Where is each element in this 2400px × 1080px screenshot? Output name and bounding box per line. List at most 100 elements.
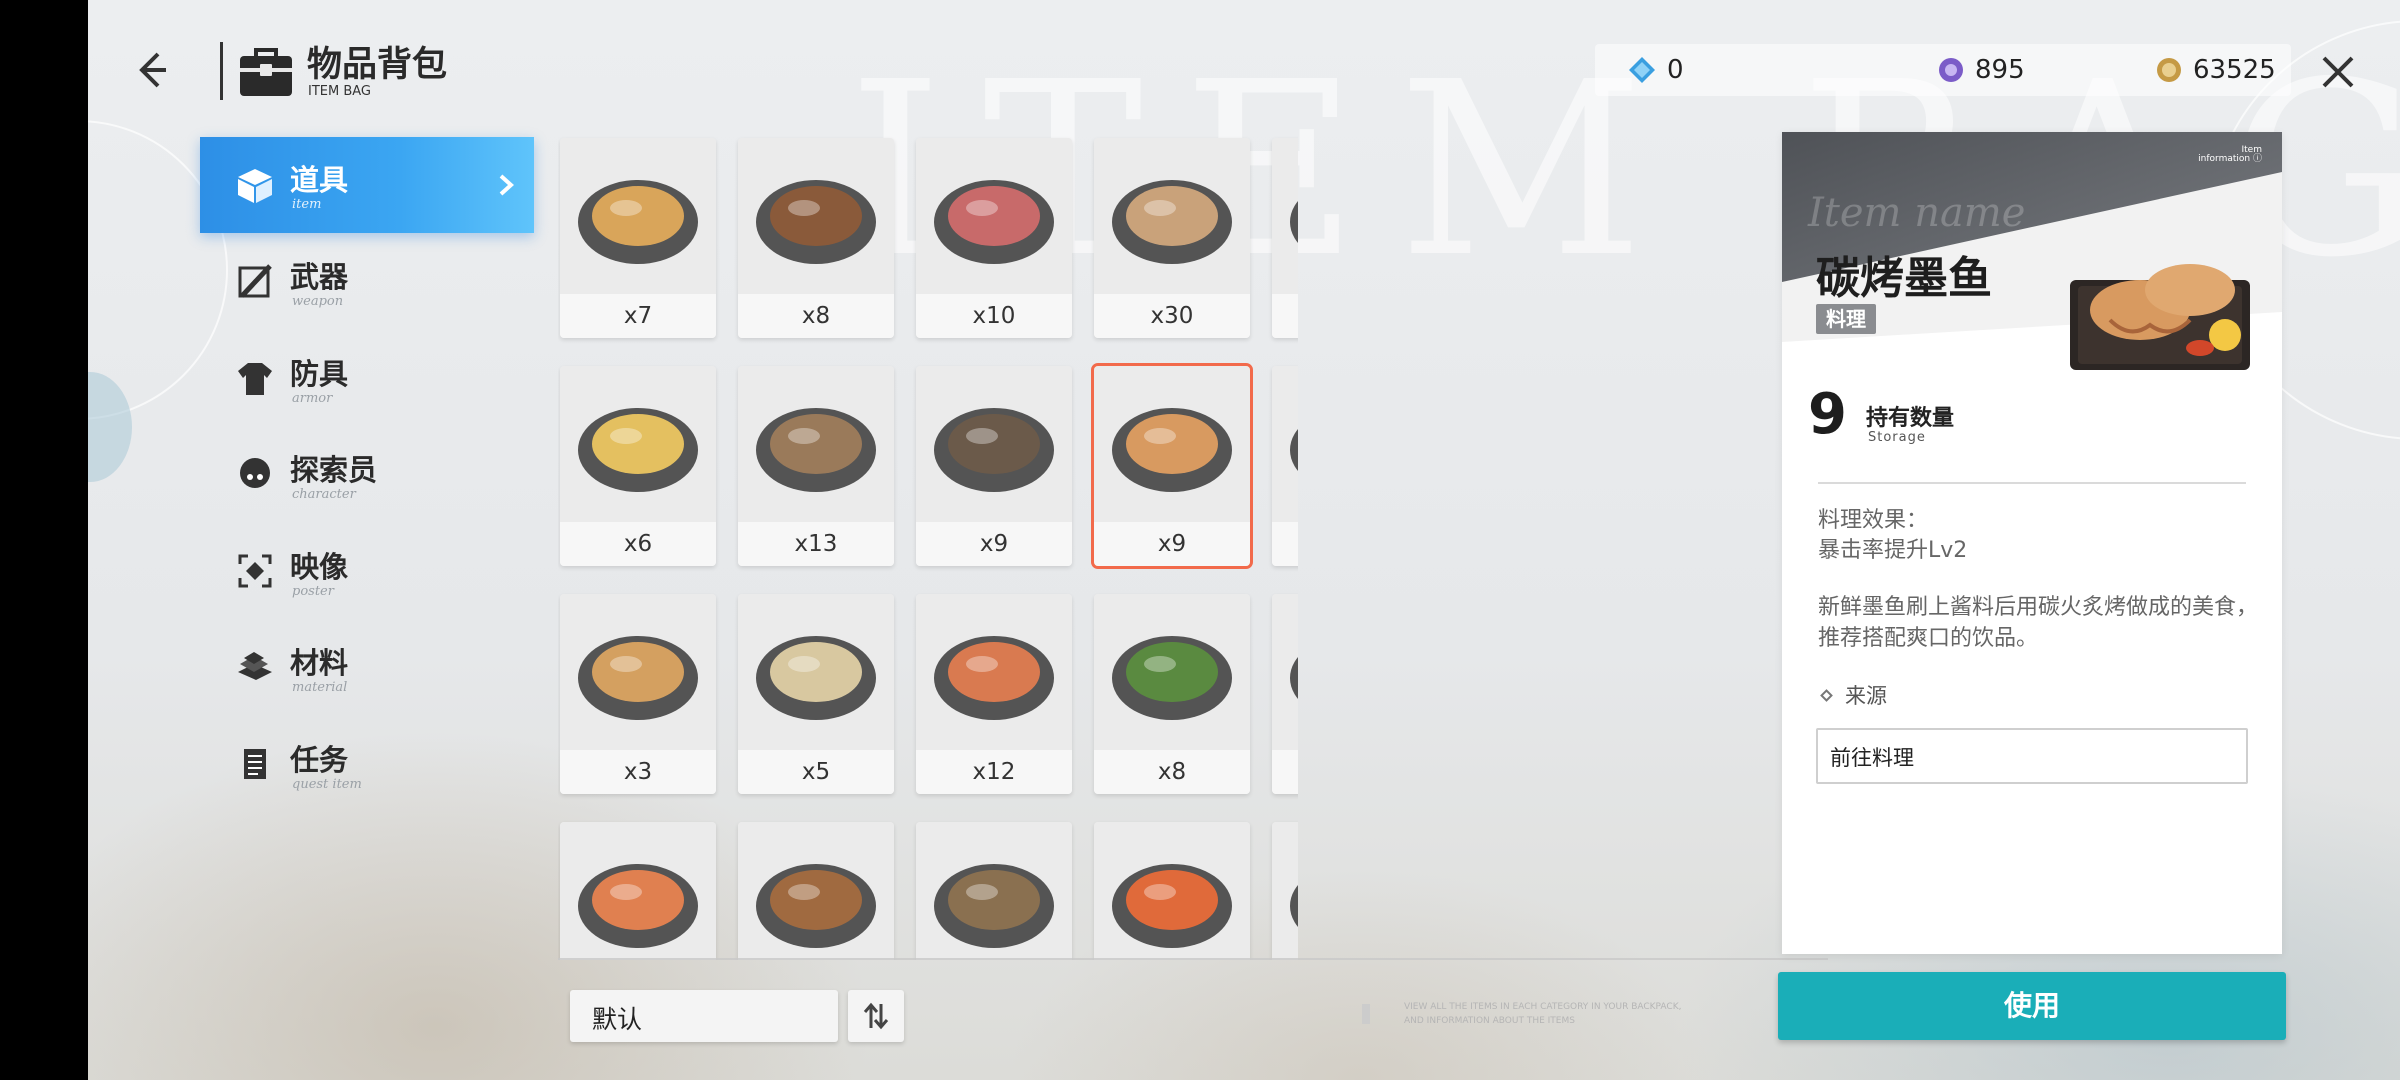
page-subtitle: ITEM BAG <box>308 84 371 99</box>
go-to-cooking-label: 前往料理 <box>1830 746 1914 770</box>
use-button-label: 使用 <box>2003 989 2060 1022</box>
source-label: 来源 <box>1845 684 1887 708</box>
item-information-label: Item information ⓘ <box>2198 146 2262 164</box>
rolls-dish-icon <box>578 180 698 264</box>
back-arrow-icon[interactable] <box>136 48 186 92</box>
grid-item[interactable]: x1 <box>1272 138 1298 338</box>
sort-select[interactable]: 默认 <box>570 990 838 1042</box>
grid-item[interactable]: x9 <box>916 366 1072 566</box>
currency-coin[interactable]: 63525 <box>2155 44 2276 96</box>
currency-bar: 0 895 63525 <box>1595 44 2291 96</box>
sidebar-item-sublabel: character <box>292 487 356 502</box>
grid-item-art <box>916 594 1072 750</box>
go-to-cooking-button[interactable]: 前往料理 <box>1816 728 2248 784</box>
sidebar-item-quest[interactable]: 任务 quest item <box>200 717 534 813</box>
grid-item-count: x8 <box>738 294 894 338</box>
grid-item[interactable] <box>1094 822 1250 960</box>
grill-rack-icon <box>1290 885 1298 927</box>
grid-item[interactable]: x6 <box>560 366 716 566</box>
currency-crystal[interactable]: 0 <box>1627 44 1684 96</box>
grid-item-count: x3 <box>560 750 716 794</box>
sidebar-item-weapon[interactable]: 武器 weapon <box>200 234 534 330</box>
grid-item-selected[interactable]: x9 <box>1091 363 1253 569</box>
grid-item[interactable]: x30 <box>1094 138 1250 338</box>
shirt-icon <box>238 363 272 395</box>
grid-item-count: x10 <box>1272 750 1298 794</box>
storage-label: 持有数量 <box>1866 406 1955 431</box>
grid-item-art <box>738 138 894 294</box>
grid-item[interactable]: x3 <box>560 594 716 794</box>
sort-arrows-icon <box>863 1002 889 1030</box>
grid-item[interactable]: x8 <box>738 138 894 338</box>
stew-bowl-icon <box>756 864 876 948</box>
close-icon[interactable] <box>2318 52 2358 92</box>
effect-value: 暴击率提升Lv2 <box>1818 538 1968 563</box>
sort-order-button[interactable] <box>848 990 904 1042</box>
grid-item-art <box>560 822 716 960</box>
grilled-meat-icon <box>756 180 876 264</box>
grid-item-count: x5 <box>738 750 894 794</box>
sidebar-item-armor[interactable]: 防具 armor <box>200 331 534 427</box>
grid-item-art <box>1272 138 1298 294</box>
grid-item[interactable]: x7 <box>560 138 716 338</box>
grid-item[interactable]: x8 <box>1272 366 1298 566</box>
grid-item-art <box>738 366 894 522</box>
sidebar-item-sublabel: weapon <box>292 294 344 309</box>
grid-item-art <box>1094 822 1250 960</box>
diamond-icon <box>1820 689 1833 702</box>
sidebar-item-item[interactable]: 道具 item <box>200 137 534 233</box>
grid-item-art <box>1272 822 1298 960</box>
stuffed-shells-icon <box>1290 201 1298 243</box>
grid-item[interactable]: x12 <box>916 594 1072 794</box>
info-label-line-2: information <box>2198 154 2251 164</box>
sidebar-item-label: 防具 <box>290 357 349 391</box>
grilled-squid-icon <box>2070 264 2250 370</box>
sidebar-item-character[interactable]: 探索员 character <box>200 427 534 523</box>
grid-item-count: x6 <box>560 522 716 566</box>
chevron-right-icon <box>499 174 514 196</box>
sidebar-item-sublabel: item <box>292 197 322 212</box>
sidebar-item-poster[interactable]: 映像 poster <box>200 524 534 620</box>
fish-plate-icon <box>1112 864 1232 948</box>
character-icon <box>240 458 270 488</box>
grid-item-count: x9 <box>916 522 1072 566</box>
fish-leaf-icon <box>1112 636 1232 720</box>
item-name-watermark: Item name <box>1808 190 2026 236</box>
sidebar-item-sublabel: material <box>292 680 348 695</box>
grid-item-art <box>916 138 1072 294</box>
grid-item[interactable] <box>560 822 716 960</box>
item-name: 碳烤墨鱼 <box>1816 253 1992 304</box>
sidebar-item-material[interactable]: 材料 material <box>200 620 534 716</box>
detail-divider <box>1818 482 2246 484</box>
grid-item-art <box>1272 366 1298 522</box>
grid-item[interactable]: x8 <box>1094 594 1250 794</box>
grid-bottom-divider <box>558 958 1828 960</box>
grid-item[interactable] <box>1272 822 1298 960</box>
hint-text: VIEW ALL THE ITEMS IN EACH CATEGORY IN Y… <box>1404 1002 1682 1026</box>
grid-item[interactable]: x10 <box>1272 594 1298 794</box>
grid-item-count: x9 <box>1094 522 1250 566</box>
grid-item[interactable]: x13 <box>738 366 894 566</box>
braised-fish-icon <box>756 408 876 492</box>
currency-orb[interactable]: 895 <box>1937 44 2025 96</box>
octopus-dish-icon <box>934 180 1054 264</box>
sidebar-item-label: 武器 <box>290 260 349 294</box>
grid-item-count: x10 <box>916 294 1072 338</box>
grid-item[interactable]: x10 <box>916 138 1072 338</box>
grid-item-art <box>738 594 894 750</box>
sort-select-value: 默认 <box>592 1005 643 1034</box>
grid-item-art <box>1094 366 1250 522</box>
item-grid: x7x8x10x30x1x3x6x13x9x9x8x3x3x5x12x8x10x… <box>558 136 1298 960</box>
grid-item[interactable] <box>738 822 894 960</box>
grid-item[interactable]: x5 <box>738 594 894 794</box>
info-icon[interactable]: ⓘ <box>2253 154 2262 164</box>
grid-item-art <box>1094 138 1250 294</box>
grid-item[interactable] <box>916 822 1072 960</box>
poster-icon <box>238 554 272 588</box>
storage-sublabel: Storage <box>1868 430 1926 445</box>
quest-icon <box>244 749 266 779</box>
use-button[interactable]: 使用 <box>1778 972 2286 1040</box>
noodle-soup-icon <box>756 636 876 720</box>
source-row: 来源 <box>1818 680 1887 710</box>
sidebar-item-label: 道具 <box>290 163 349 197</box>
